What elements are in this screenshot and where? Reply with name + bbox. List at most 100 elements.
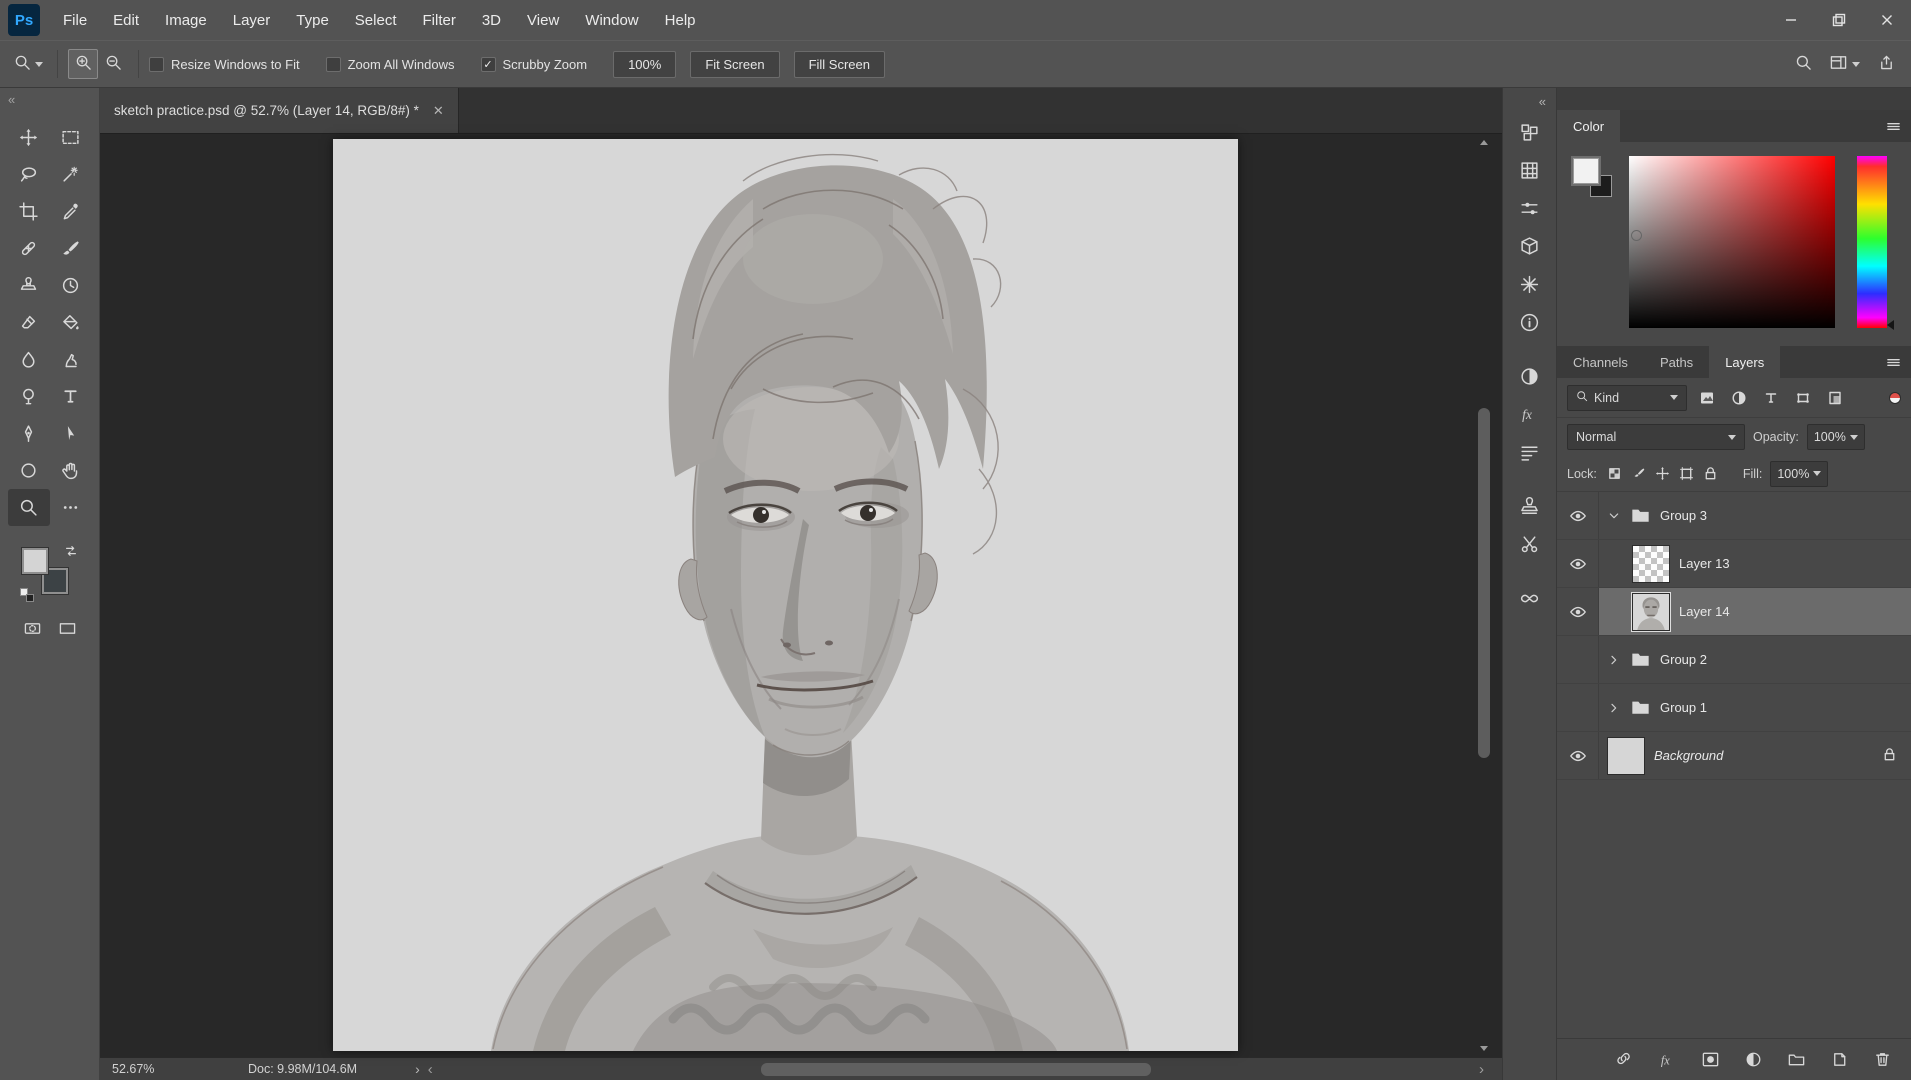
vertical-scrollbar-thumb[interactable]: [1478, 408, 1490, 758]
layer-row-body[interactable]: Group 1: [1599, 684, 1911, 731]
filter-shape-layer-icon[interactable]: [1791, 386, 1815, 410]
blend-mode-dropdown[interactable]: Normal: [1567, 424, 1745, 450]
filter-adjustment-layer-icon[interactable]: [1727, 386, 1751, 410]
layer-visibility-empty[interactable]: [1557, 636, 1599, 683]
checkbox-unchecked-icon[interactable]: [326, 57, 341, 72]
blocks-panel-button[interactable]: [1515, 117, 1545, 147]
paint-bucket-tool[interactable]: [50, 304, 92, 341]
document-tab[interactable]: sketch practice.psd @ 52.7% (Layer 14, R…: [100, 88, 459, 133]
layer-row-group-2[interactable]: Group 2: [1557, 636, 1911, 684]
menu-type[interactable]: Type: [283, 0, 342, 40]
vertical-scrollbar[interactable]: [1476, 140, 1492, 1051]
tab-channels[interactable]: Channels: [1557, 346, 1644, 378]
type-tool[interactable]: [50, 378, 92, 415]
zoom-100-button[interactable]: 100%: [613, 51, 676, 78]
add-mask-button[interactable]: [1699, 1049, 1721, 1071]
dodge-tool[interactable]: [8, 378, 50, 415]
filter-pixel-layer-icon[interactable]: [1695, 386, 1719, 410]
brush-tool[interactable]: [50, 230, 92, 267]
layer-name[interactable]: Layer 14: [1679, 604, 1730, 619]
new-adjustment-button[interactable]: [1742, 1049, 1764, 1071]
path-selection-tool[interactable]: [50, 415, 92, 452]
layer-thumbnail[interactable]: [1632, 593, 1670, 631]
tab-close-icon[interactable]: ✕: [433, 103, 444, 119]
menu-edit[interactable]: Edit: [100, 0, 152, 40]
scroll-left-icon[interactable]: ‹: [420, 1062, 441, 1077]
new-group-button[interactable]: [1785, 1049, 1807, 1071]
layer-name[interactable]: Layer 13: [1679, 556, 1730, 571]
layer-row-body[interactable]: Layer 13: [1599, 540, 1911, 587]
move-tool[interactable]: [8, 119, 50, 156]
fill-field[interactable]: 100%: [1770, 461, 1828, 487]
info-panel-button[interactable]: [1515, 307, 1545, 337]
layer-row-group-3[interactable]: Group 3: [1557, 492, 1911, 540]
scroll-up-icon[interactable]: [1480, 140, 1488, 145]
foreground-color-swatch[interactable]: [1573, 158, 1599, 184]
layer-visibility-empty[interactable]: [1557, 684, 1599, 731]
stamp-panel-button[interactable]: [1515, 491, 1545, 521]
layer-row-group-1[interactable]: Group 1: [1557, 684, 1911, 732]
layer-row-layer-14[interactable]: Layer 14: [1557, 588, 1911, 636]
quick-selection-tool[interactable]: [50, 156, 92, 193]
layer-row-background[interactable]: Background: [1557, 732, 1911, 780]
horizontal-scrollbar[interactable]: [443, 1063, 1469, 1076]
edit-toolbar-tool[interactable]: [50, 489, 92, 526]
layer-visibility-eye-icon[interactable]: [1557, 540, 1599, 587]
fill-screen-button[interactable]: Fill Screen: [794, 51, 885, 78]
filter-type-layer-icon[interactable]: [1759, 386, 1783, 410]
lock-all-icon[interactable]: [1701, 464, 1721, 484]
lasso-tool[interactable]: [8, 156, 50, 193]
swap-colors-icon[interactable]: [64, 544, 78, 561]
workspace-switcher[interactable]: [1830, 54, 1860, 74]
checkbox-zoom-all-windows[interactable]: Zoom All Windows: [326, 57, 455, 72]
zoom-out-button[interactable]: [98, 49, 128, 79]
layer-row-body[interactable]: Layer 14: [1599, 588, 1911, 635]
layer-name[interactable]: Group 3: [1660, 508, 1707, 523]
minimize-button[interactable]: [1767, 0, 1815, 40]
lock-transparency-icon[interactable]: [1605, 464, 1625, 484]
checkbox-unchecked-icon[interactable]: [149, 57, 164, 72]
menu-3d[interactable]: 3D: [469, 0, 514, 40]
menu-file[interactable]: File: [50, 0, 100, 40]
scroll-right-icon[interactable]: ›: [1471, 1062, 1492, 1077]
color-picker-cursor[interactable]: [1631, 230, 1642, 241]
eyedropper-tool[interactable]: [50, 193, 92, 230]
layer-visibility-eye-icon[interactable]: [1557, 492, 1599, 539]
rectangular-marquee-tool[interactable]: [50, 119, 92, 156]
layer-row-body[interactable]: Group 2: [1599, 636, 1911, 683]
asterisk-panel-button[interactable]: [1515, 269, 1545, 299]
toolbar-collapse-button[interactable]: «: [0, 88, 23, 111]
opacity-field[interactable]: 100%: [1807, 424, 1865, 450]
saturation-brightness-picker[interactable]: [1629, 156, 1835, 328]
layer-row-body[interactable]: Background: [1599, 732, 1911, 779]
tab-layers[interactable]: Layers: [1709, 346, 1780, 378]
hue-slider[interactable]: [1857, 156, 1887, 328]
screen-mode-button[interactable]: [59, 620, 76, 640]
lock-position-icon[interactable]: [1653, 464, 1673, 484]
fx-panel-button[interactable]: fx: [1515, 399, 1545, 429]
scissors-panel-button[interactable]: [1515, 529, 1545, 559]
restore-button[interactable]: [1815, 0, 1863, 40]
grid-panel-button[interactable]: [1515, 155, 1545, 185]
link-layers-button[interactable]: [1613, 1049, 1635, 1071]
layer-name[interactable]: Group 1: [1660, 700, 1707, 715]
contrast-panel-button[interactable]: [1515, 361, 1545, 391]
clone-stamp-tool[interactable]: [8, 267, 50, 304]
checkbox-scrubby-zoom[interactable]: ✓Scrubby Zoom: [481, 57, 588, 72]
close-button[interactable]: [1863, 0, 1911, 40]
layer-row-layer-13[interactable]: Layer 13: [1557, 540, 1911, 588]
group-caret-open-icon[interactable]: [1607, 510, 1621, 522]
checkbox-resize-windows-to-fit[interactable]: Resize Windows to Fit: [149, 57, 300, 72]
cube-panel-button[interactable]: [1515, 231, 1545, 261]
layer-name[interactable]: Group 2: [1660, 652, 1707, 667]
scroll-down-icon[interactable]: [1480, 1046, 1488, 1051]
menu-image[interactable]: Image: [152, 0, 220, 40]
zoom-in-button[interactable]: [68, 49, 98, 79]
layer-visibility-eye-icon[interactable]: [1557, 588, 1599, 635]
layer-filter-toggle[interactable]: [1889, 392, 1901, 404]
menu-select[interactable]: Select: [342, 0, 410, 40]
menu-layer[interactable]: Layer: [220, 0, 284, 40]
horizontal-scrollbar-thumb[interactable]: [761, 1063, 1151, 1076]
layer-row-body[interactable]: Group 3: [1599, 492, 1911, 539]
menu-help[interactable]: Help: [652, 0, 709, 40]
